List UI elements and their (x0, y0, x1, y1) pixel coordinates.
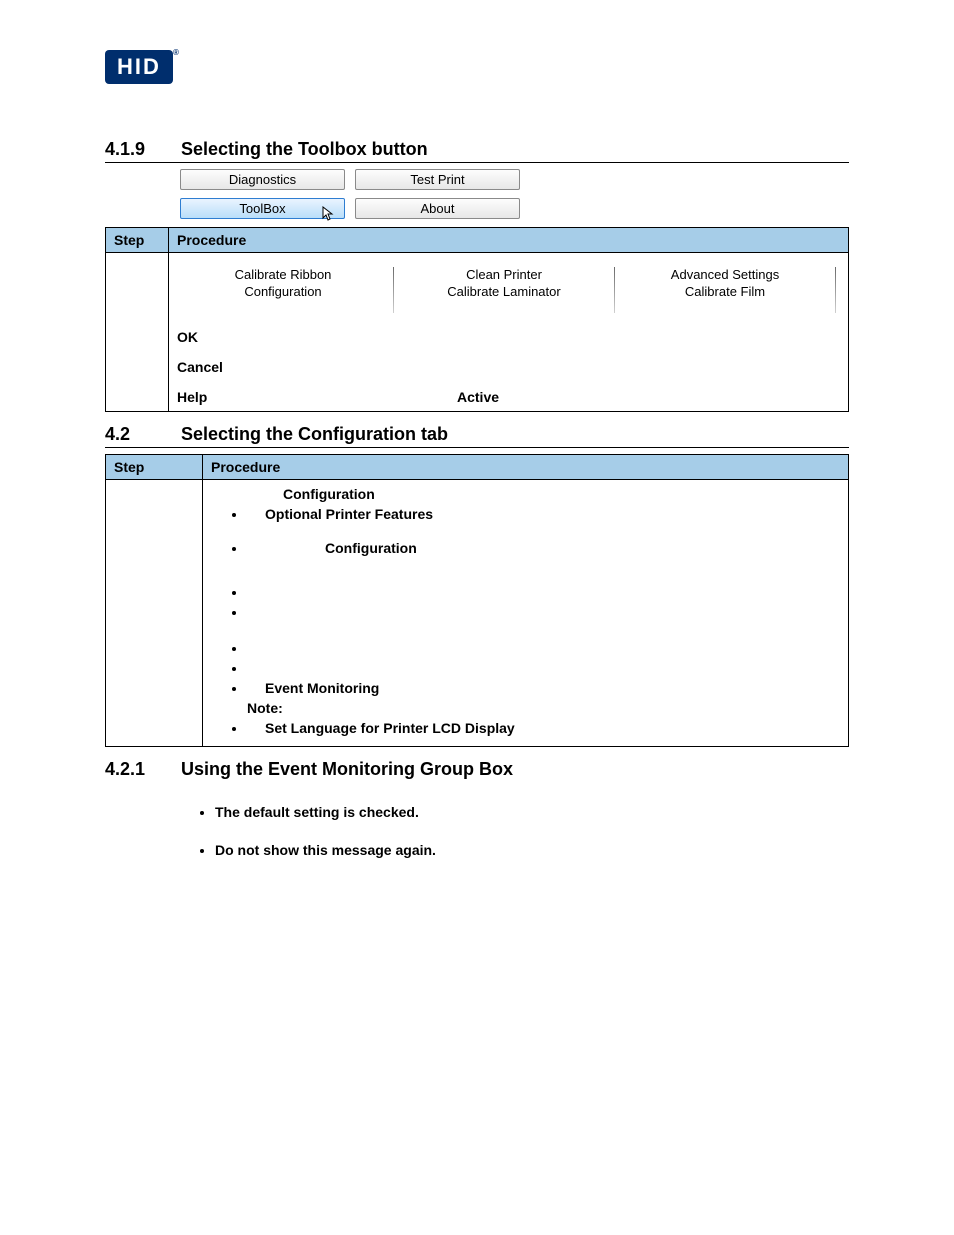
cancel-label: Cancel (177, 359, 840, 375)
step-cell (106, 253, 169, 412)
list-item (247, 604, 840, 620)
procedure-cell: Configuration Optional Printer Features … (203, 479, 849, 746)
item-label: Event Monitoring (265, 680, 379, 696)
list-item (247, 640, 840, 656)
list-item: Do not show this message again. (215, 842, 849, 858)
cursor-icon (322, 206, 336, 225)
logo-text: HID (117, 54, 161, 79)
list-item (247, 660, 840, 676)
toolbox-tabs: Calibrate Ribbon Configuration Clean Pri… (177, 265, 840, 315)
procedure-list: Optional Printer Features Configuration … (211, 506, 840, 696)
tab-label: Calibrate Film (619, 284, 831, 301)
tab-separator (393, 267, 394, 313)
tab-label: Advanced Settings (671, 267, 779, 282)
tab-clean-printer[interactable]: Clean Printer Calibrate Laminator (398, 265, 610, 315)
diagnostics-button[interactable]: Diagnostics (180, 169, 345, 190)
heading-title: Selecting the Toolbox button (181, 139, 428, 160)
toolbox-button-grid: Diagnostics Test Print ToolBox About (180, 169, 849, 219)
tab-label: Calibrate Laminator (398, 284, 610, 301)
help-label: Help (177, 389, 457, 405)
tab-separator (835, 267, 836, 313)
tab-calibrate-ribbon[interactable]: Calibrate Ribbon Configuration (177, 265, 389, 315)
list-item: Event Monitoring (247, 680, 840, 696)
step-cell (106, 479, 203, 746)
procedure-list-2: Set Language for Printer LCD Display (211, 720, 840, 736)
heading-title: Using the Event Monitoring Group Box (181, 759, 513, 780)
th-procedure: Procedure (203, 454, 849, 479)
item-label: Set Language for Printer LCD Display (265, 720, 515, 736)
list-item: Configuration (247, 540, 840, 556)
heading-title: Selecting the Configuration tab (181, 424, 448, 445)
toolbox-button-label: ToolBox (239, 201, 285, 216)
logo-mark: HID ® (105, 50, 173, 84)
th-step: Step (106, 228, 169, 253)
procedure-table-42: Step Procedure Configuration Optional Pr… (105, 454, 849, 747)
active-label: Active (457, 389, 499, 405)
list-item: Optional Printer Features (247, 506, 840, 522)
tab-label: Calibrate Ribbon (235, 267, 332, 282)
tab-label: Clean Printer (466, 267, 542, 282)
tab-separator (614, 267, 615, 313)
body-bullet-list: The default setting is checked. Do not s… (215, 804, 849, 858)
tab-advanced-settings[interactable]: Advanced Settings Calibrate Film (619, 265, 831, 315)
registered-mark: ® (173, 48, 181, 57)
list-item: The default setting is checked. (215, 804, 849, 820)
heading-42: 4.2 Selecting the Configuration tab (105, 424, 849, 448)
ok-label: OK (177, 329, 840, 345)
th-procedure: Procedure (169, 228, 849, 253)
about-button[interactable]: About (355, 198, 520, 219)
note-label: Note: (247, 700, 840, 716)
toolbox-button[interactable]: ToolBox (180, 198, 345, 219)
heading-number: 4.1.9 (105, 139, 153, 160)
brand-logo: HID ® (105, 50, 849, 84)
heading-number: 4.2.1 (105, 759, 153, 780)
item-label: Configuration (325, 540, 417, 556)
th-step: Step (106, 454, 203, 479)
item-label: Optional Printer Features (265, 506, 433, 522)
test-print-button[interactable]: Test Print (355, 169, 520, 190)
heading-number: 4.2 (105, 424, 153, 445)
procedure-cell: Calibrate Ribbon Configuration Clean Pri… (169, 253, 849, 412)
procedure-table-419: Step Procedure Calibrate Ribbon Configur… (105, 227, 849, 412)
config-label: Configuration (283, 486, 840, 502)
heading-421: 4.2.1 Using the Event Monitoring Group B… (105, 759, 849, 782)
heading-419: 4.1.9 Selecting the Toolbox button (105, 139, 849, 163)
list-item (247, 584, 840, 600)
list-item: Set Language for Printer LCD Display (247, 720, 840, 736)
tab-label: Configuration (177, 284, 389, 301)
